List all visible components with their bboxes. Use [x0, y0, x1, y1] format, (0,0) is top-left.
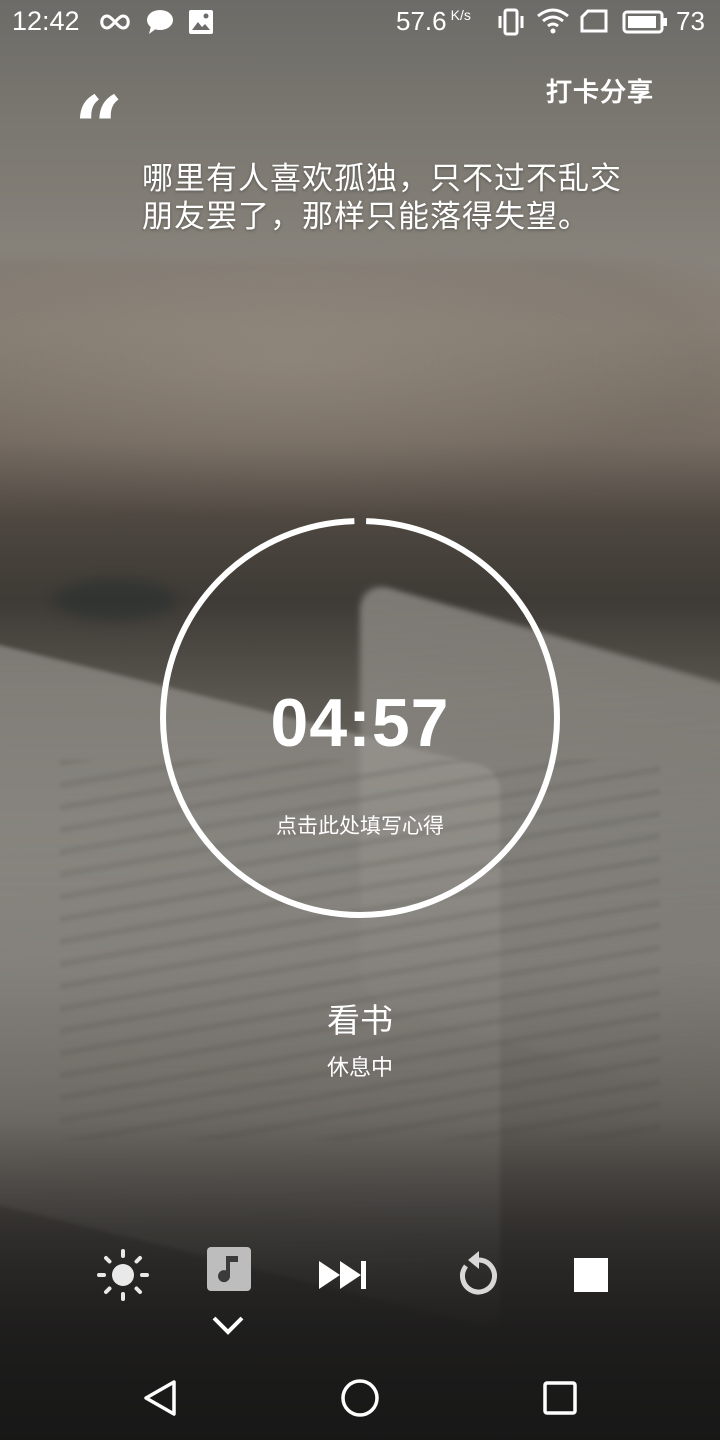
chevron-down-icon[interactable] — [208, 1310, 248, 1340]
focus-timer-screen: 12:42 57.6 K/s 73 打卡分享 “ 哪里有人喜欢孤独，只不过不乱交朋… — [0, 0, 720, 1440]
timer-countdown: 04:57 — [270, 685, 450, 761]
brightness-icon[interactable] — [96, 1248, 150, 1302]
image-icon — [188, 9, 214, 42]
infinity-icon — [98, 10, 132, 41]
stop-icon[interactable] — [574, 1258, 608, 1292]
status-bar: 12:42 57.6 K/s 73 — [0, 0, 720, 46]
restart-icon[interactable] — [452, 1248, 506, 1302]
music-note-icon[interactable] — [206, 1246, 252, 1292]
sim-card-icon — [580, 9, 608, 40]
network-speed-value: 57.6 — [396, 6, 447, 36]
background-book-blur — [0, 260, 720, 510]
background-object — [55, 580, 175, 620]
timer-ring-button[interactable]: 04:57 点击此处填写心得 — [158, 516, 562, 920]
wifi-icon — [536, 6, 570, 43]
network-speed-unit: K/s — [450, 7, 471, 23]
home-icon[interactable] — [334, 1372, 386, 1424]
quote-mark: “ — [74, 78, 124, 179]
quote-text: 哪里有人喜欢孤独，只不过不乱交朋友罢了，那样只能落得失望。 — [142, 161, 622, 235]
network-speed: 57.6 K/s — [396, 6, 471, 37]
share-checkin-button[interactable]: 打卡分享 — [546, 72, 654, 109]
chat-bubble-icon — [146, 9, 174, 42]
skip-next-icon[interactable] — [316, 1248, 370, 1302]
status-time: 12:42 — [12, 6, 80, 36]
battery-icon — [622, 10, 668, 41]
vibrate-icon — [498, 8, 524, 43]
task-name: 看书 — [327, 1001, 393, 1040]
battery-percent: 73 — [676, 6, 705, 36]
recents-icon[interactable] — [534, 1372, 586, 1424]
back-icon[interactable] — [134, 1372, 186, 1424]
write-notes-prompt[interactable]: 点击此处填写心得 — [158, 810, 562, 840]
task-status: 休息中 — [326, 1056, 393, 1081]
